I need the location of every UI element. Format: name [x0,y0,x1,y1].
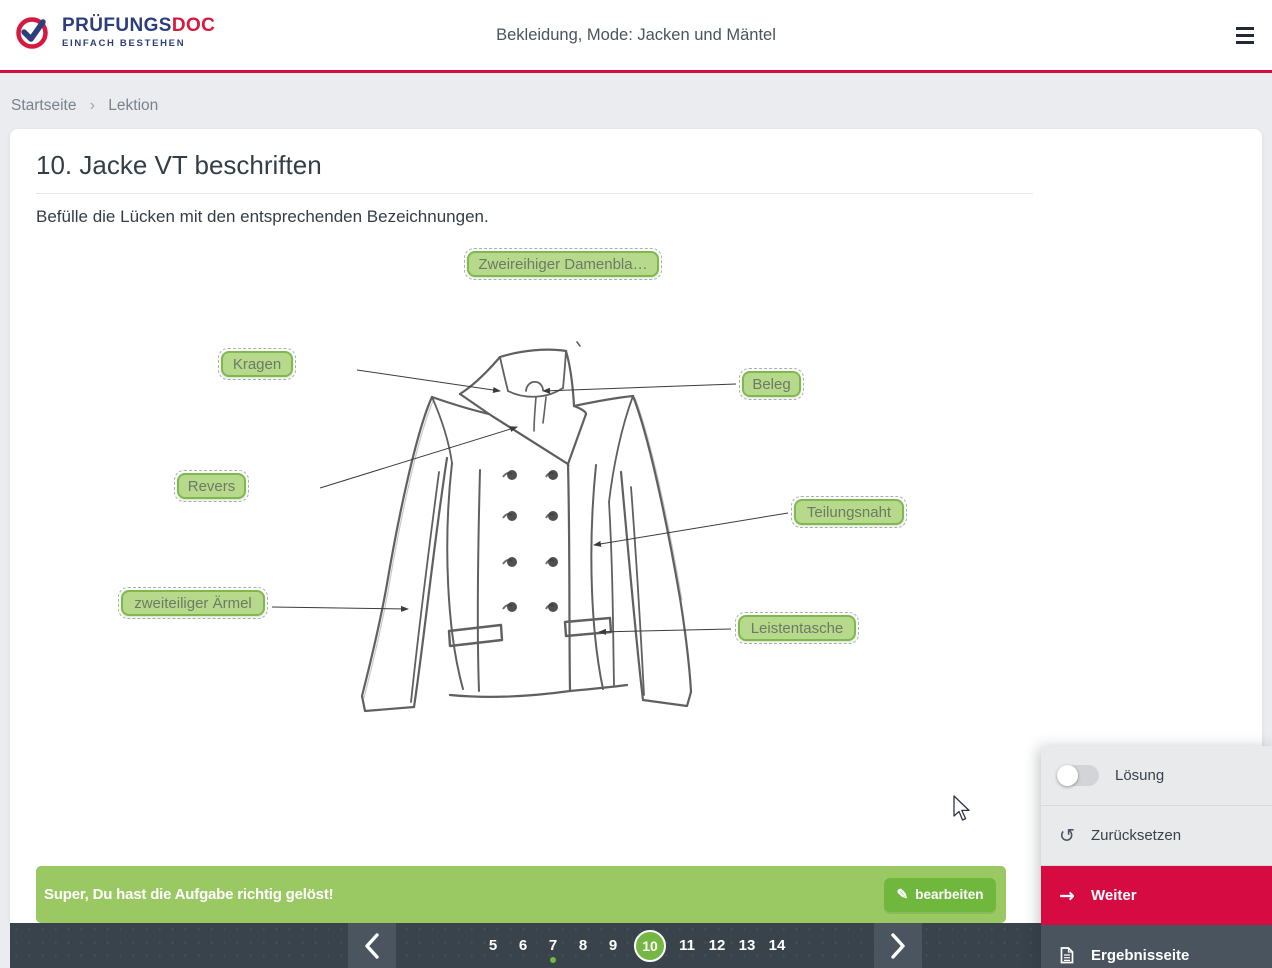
diagram-label-text: Beleg [742,371,801,397]
diagram-label-text: zweiteiliger Ärmel [121,590,265,616]
pencil-icon: ✎ [896,886,908,903]
task-instruction: Befülle die Lücken mit den entsprechende… [36,207,489,227]
logo-text: PRÜFUNGSDOC EINFACH BESTEHEN [62,16,215,49]
diagram-label-text: Teilungsnaht [794,499,904,525]
breadcrumb: Startseite › Lektion [11,97,158,115]
chevron-left-icon [364,933,380,959]
diagram-label[interactable]: Teilungsnaht [791,496,907,528]
panel-item-label: Ergebnisseite [1091,947,1189,964]
jacket-illustration [350,330,710,715]
page-6[interactable]: 6 [514,937,532,954]
page-5[interactable]: 5 [484,937,502,954]
logo-name-accent: DOC [172,15,215,36]
diagram-label[interactable]: Beleg [739,368,804,400]
edit-button[interactable]: ✎ bearbeiten [884,878,996,912]
page-9[interactable]: 9 [604,937,622,954]
panel-item-label: Weiter [1091,887,1137,904]
course-title: Bekleidung, Mode: Jacken und Mäntel [496,26,776,45]
toggle-knob [1057,765,1078,786]
prev-button[interactable] [348,923,396,968]
logo-name-primary: PRÜFUNGS [62,15,172,36]
page-progress-dot [550,957,556,963]
jacket-buttons [507,470,558,612]
page-12[interactable]: 12 [708,937,726,954]
page-11[interactable]: 11 [678,937,696,954]
next-button[interactable] [874,923,922,968]
breadcrumb-separator: › [90,97,95,114]
solution-toggle[interactable] [1057,765,1099,786]
panel-item-zuruecksetzen[interactable]: ↺ Zurücksetzen [1041,806,1272,866]
task-title: 10. Jacke VT beschriften [36,150,322,181]
page-10[interactable]: 10 [634,930,666,962]
panel-item-ergebnisseite[interactable]: Ergebnisseite [1041,925,1272,968]
hamburger-icon [1236,27,1254,30]
header-divider [0,70,1272,73]
panel-item-label: Zurücksetzen [1091,827,1181,844]
logo-tagline: EINFACH BESTEHEN [62,38,215,49]
edit-button-label: bearbeiten [915,887,983,902]
panel-item-loesung[interactable]: Lösung [1041,746,1272,806]
diagram-label[interactable]: Revers [174,470,249,502]
check-circle-icon [14,13,52,51]
diagram-label-text: Kragen [221,351,293,377]
menu-button[interactable] [1236,27,1254,44]
undo-icon: ↺ [1059,825,1075,847]
diagram-label-text: Leistentasche [738,615,856,641]
document-icon [1060,947,1074,964]
side-panel: Lösung ↺ Zurücksetzen → Weiter Ergebnisseite [1041,746,1272,968]
success-message: Super, Du hast die Aufgabe richtig gelös… [44,886,333,903]
breadcrumb-startseite[interactable]: Startseite [11,97,76,114]
chevron-right-icon [890,933,906,959]
app-header: PRÜFUNGSDOC EINFACH BESTEHEN Bekleidung,… [0,0,1272,70]
breadcrumb-lektion: Lektion [108,97,158,114]
panel-item-label: Lösung [1115,767,1164,784]
screen: PRÜFUNGSDOC EINFACH BESTEHEN Bekleidung,… [0,0,1272,968]
diagram-label-text: Revers [177,473,246,499]
diagram-label[interactable]: Kragen [218,348,296,380]
success-banner: Super, Du hast die Aufgabe richtig gelös… [36,866,1006,923]
page-list: 56789 10 11 12 13 14 [396,923,874,968]
diagram-label[interactable]: zweiteiliger Ärmel [118,587,268,619]
logo[interactable]: PRÜFUNGSDOC EINFACH BESTEHEN [14,13,215,51]
page-14[interactable]: 14 [768,937,786,954]
arrow-right-icon: → [1059,885,1075,907]
panel-item-weiter[interactable]: → Weiter [1041,866,1272,925]
diagram-label[interactable]: Zweireihiger Damenbla… [464,248,662,280]
page-8[interactable]: 8 [574,937,592,954]
diagram-label-text: Zweireihiger Damenbla… [467,251,659,277]
page-13[interactable]: 13 [738,937,756,954]
diagram-label[interactable]: Leistentasche [735,612,859,644]
title-divider [36,193,1033,194]
page-7[interactable]: 7 [544,937,562,954]
